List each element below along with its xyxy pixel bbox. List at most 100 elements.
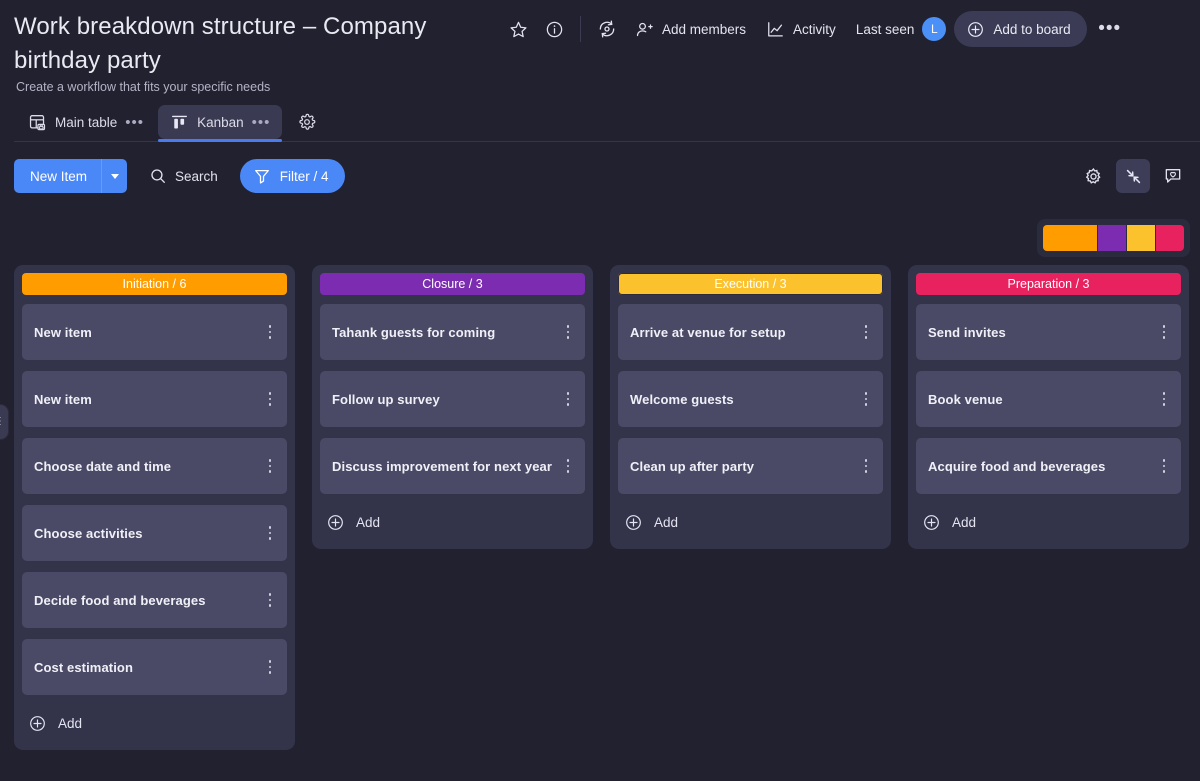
kanban-board-page: Work breakdown structure – Company birth… [0, 0, 1200, 781]
legend-segment-initiation[interactable] [1043, 225, 1097, 251]
add-card-button[interactable]: Add [22, 706, 287, 740]
card-menu-icon[interactable] [857, 455, 875, 477]
kanban-card[interactable]: New item [22, 304, 287, 360]
add-card-label: Add [654, 515, 678, 530]
column-header[interactable]: Preparation / 3 [916, 273, 1181, 295]
last-seen[interactable]: Last seen L [856, 17, 947, 41]
add-card-button[interactable]: Add [916, 505, 1181, 539]
add-to-board-button[interactable]: Add to board [954, 11, 1086, 47]
kanban-column: Execution / 3 Arrive at venue for setup We… [610, 265, 891, 549]
add-card-button[interactable]: Add [618, 505, 883, 539]
column-header[interactable]: Initiation / 6 [22, 273, 287, 295]
kanban-card[interactable]: Cost estimation [22, 639, 287, 695]
card-menu-icon[interactable] [559, 321, 577, 343]
card-title: Clean up after party [630, 459, 754, 474]
activity-label: Activity [793, 22, 836, 37]
action-toolbar: New Item Search Filter / 4 [0, 156, 1200, 196]
add-members-button[interactable]: Add members [625, 12, 756, 46]
kanban-card[interactable]: Follow up survey [320, 371, 585, 427]
card-title: Arrive at venue for setup [630, 325, 786, 340]
search-button[interactable]: Search [139, 159, 228, 193]
add-card-label: Add [952, 515, 976, 530]
card-menu-icon[interactable] [261, 388, 279, 410]
action-toolbar-right [1076, 156, 1190, 196]
main-table-icon [28, 113, 47, 132]
header-more-menu-icon[interactable]: ••• [1093, 12, 1127, 46]
add-members-label: Add members [662, 22, 746, 37]
legend-segment-preparation[interactable] [1156, 225, 1184, 251]
kanban-card[interactable]: Book venue [916, 371, 1181, 427]
kanban-card[interactable]: New item [22, 371, 287, 427]
column-header[interactable]: Closure / 3 [320, 273, 585, 295]
card-menu-icon[interactable] [261, 455, 279, 477]
star-icon[interactable] [500, 11, 536, 47]
card-menu-icon[interactable] [857, 388, 875, 410]
kanban-column: Initiation / 6 New item New item Choose dat… [14, 265, 295, 750]
avatar[interactable]: L [922, 17, 946, 41]
new-item-label: New Item [14, 169, 101, 184]
color-legend[interactable] [1037, 219, 1190, 257]
header-actions: Add members Activity Last seen L [500, 11, 1192, 47]
add-to-board-label: Add to board [993, 22, 1070, 37]
kanban-card[interactable]: Tahank guests for coming [320, 304, 585, 360]
kanban-column: Closure / 3 Tahank guests for coming Follo… [312, 265, 593, 549]
kanban-card[interactable]: Send invites [916, 304, 1181, 360]
card-title: Choose activities [34, 526, 143, 541]
kanban-card[interactable]: Choose activities [22, 505, 287, 561]
card-menu-icon[interactable] [857, 321, 875, 343]
plus-circle-icon [922, 513, 941, 532]
kanban-card[interactable]: Choose date and time [22, 438, 287, 494]
new-item-button[interactable]: New Item [14, 159, 127, 193]
collapse-arrows-icon[interactable] [1116, 159, 1150, 193]
card-title: Welcome guests [630, 392, 734, 407]
card-menu-icon[interactable] [1155, 455, 1173, 477]
activity-button[interactable]: Activity [756, 12, 846, 46]
board-settings-gear-icon[interactable] [1076, 159, 1110, 193]
last-seen-label: Last seen [856, 22, 915, 37]
kanban-card[interactable]: Welcome guests [618, 371, 883, 427]
card-title: Decide food and beverages [34, 593, 206, 608]
filter-icon [253, 167, 271, 185]
info-icon[interactable] [536, 11, 572, 47]
add-card-label: Add [58, 716, 82, 731]
card-menu-icon[interactable] [261, 656, 279, 678]
view-tabs: Main table ••• Kanban ••• [0, 102, 1200, 142]
tab-main-table[interactable]: Main table ••• [16, 105, 156, 139]
card-menu-icon[interactable] [261, 321, 279, 343]
kanban-card[interactable]: Clean up after party [618, 438, 883, 494]
board-scroll-left-handle[interactable]: ⋮ [0, 405, 8, 439]
card-title: Tahank guests for coming [332, 325, 495, 340]
tab-kanban-menu-icon[interactable]: ••• [252, 114, 271, 131]
card-menu-icon[interactable] [559, 388, 577, 410]
kanban-card[interactable]: Arrive at venue for setup [618, 304, 883, 360]
new-item-dropdown-caret-icon[interactable] [101, 159, 127, 193]
kanban-card[interactable]: Acquire food and beverages [916, 438, 1181, 494]
board-header: Work breakdown structure – Company birth… [0, 0, 1200, 94]
filter-button[interactable]: Filter / 4 [240, 159, 345, 193]
kanban-card[interactable]: Discuss improvement for next year [320, 438, 585, 494]
kanban-column: Preparation / 3 Send invites Book venue Acq… [908, 265, 1189, 549]
tab-settings-gear-icon[interactable] [292, 107, 322, 137]
card-menu-icon[interactable] [559, 455, 577, 477]
card-menu-icon[interactable] [1155, 321, 1173, 343]
legend-segment-closure[interactable] [1098, 225, 1126, 251]
tab-main-table-menu-icon[interactable]: ••• [125, 114, 144, 131]
tab-kanban[interactable]: Kanban ••• [158, 105, 282, 139]
legend-segment-execution[interactable] [1127, 225, 1155, 251]
card-menu-icon[interactable] [261, 589, 279, 611]
search-label: Search [175, 169, 218, 184]
add-card-button[interactable]: Add [320, 505, 585, 539]
search-icon [149, 167, 167, 185]
card-menu-icon[interactable] [261, 522, 279, 544]
filter-label: Filter / 4 [280, 169, 329, 184]
card-title: Send invites [928, 325, 1006, 340]
board-subtitle: Create a workflow that fits your specifi… [14, 80, 1186, 94]
refresh-icon[interactable] [589, 11, 625, 47]
tab-main-table-label: Main table [55, 115, 117, 130]
card-title: Discuss improvement for next year [332, 459, 552, 474]
chat-heart-icon[interactable] [1156, 159, 1190, 193]
header-divider [580, 16, 581, 42]
column-header[interactable]: Execution / 3 [618, 273, 883, 295]
kanban-card[interactable]: Decide food and beverages [22, 572, 287, 628]
card-menu-icon[interactable] [1155, 388, 1173, 410]
